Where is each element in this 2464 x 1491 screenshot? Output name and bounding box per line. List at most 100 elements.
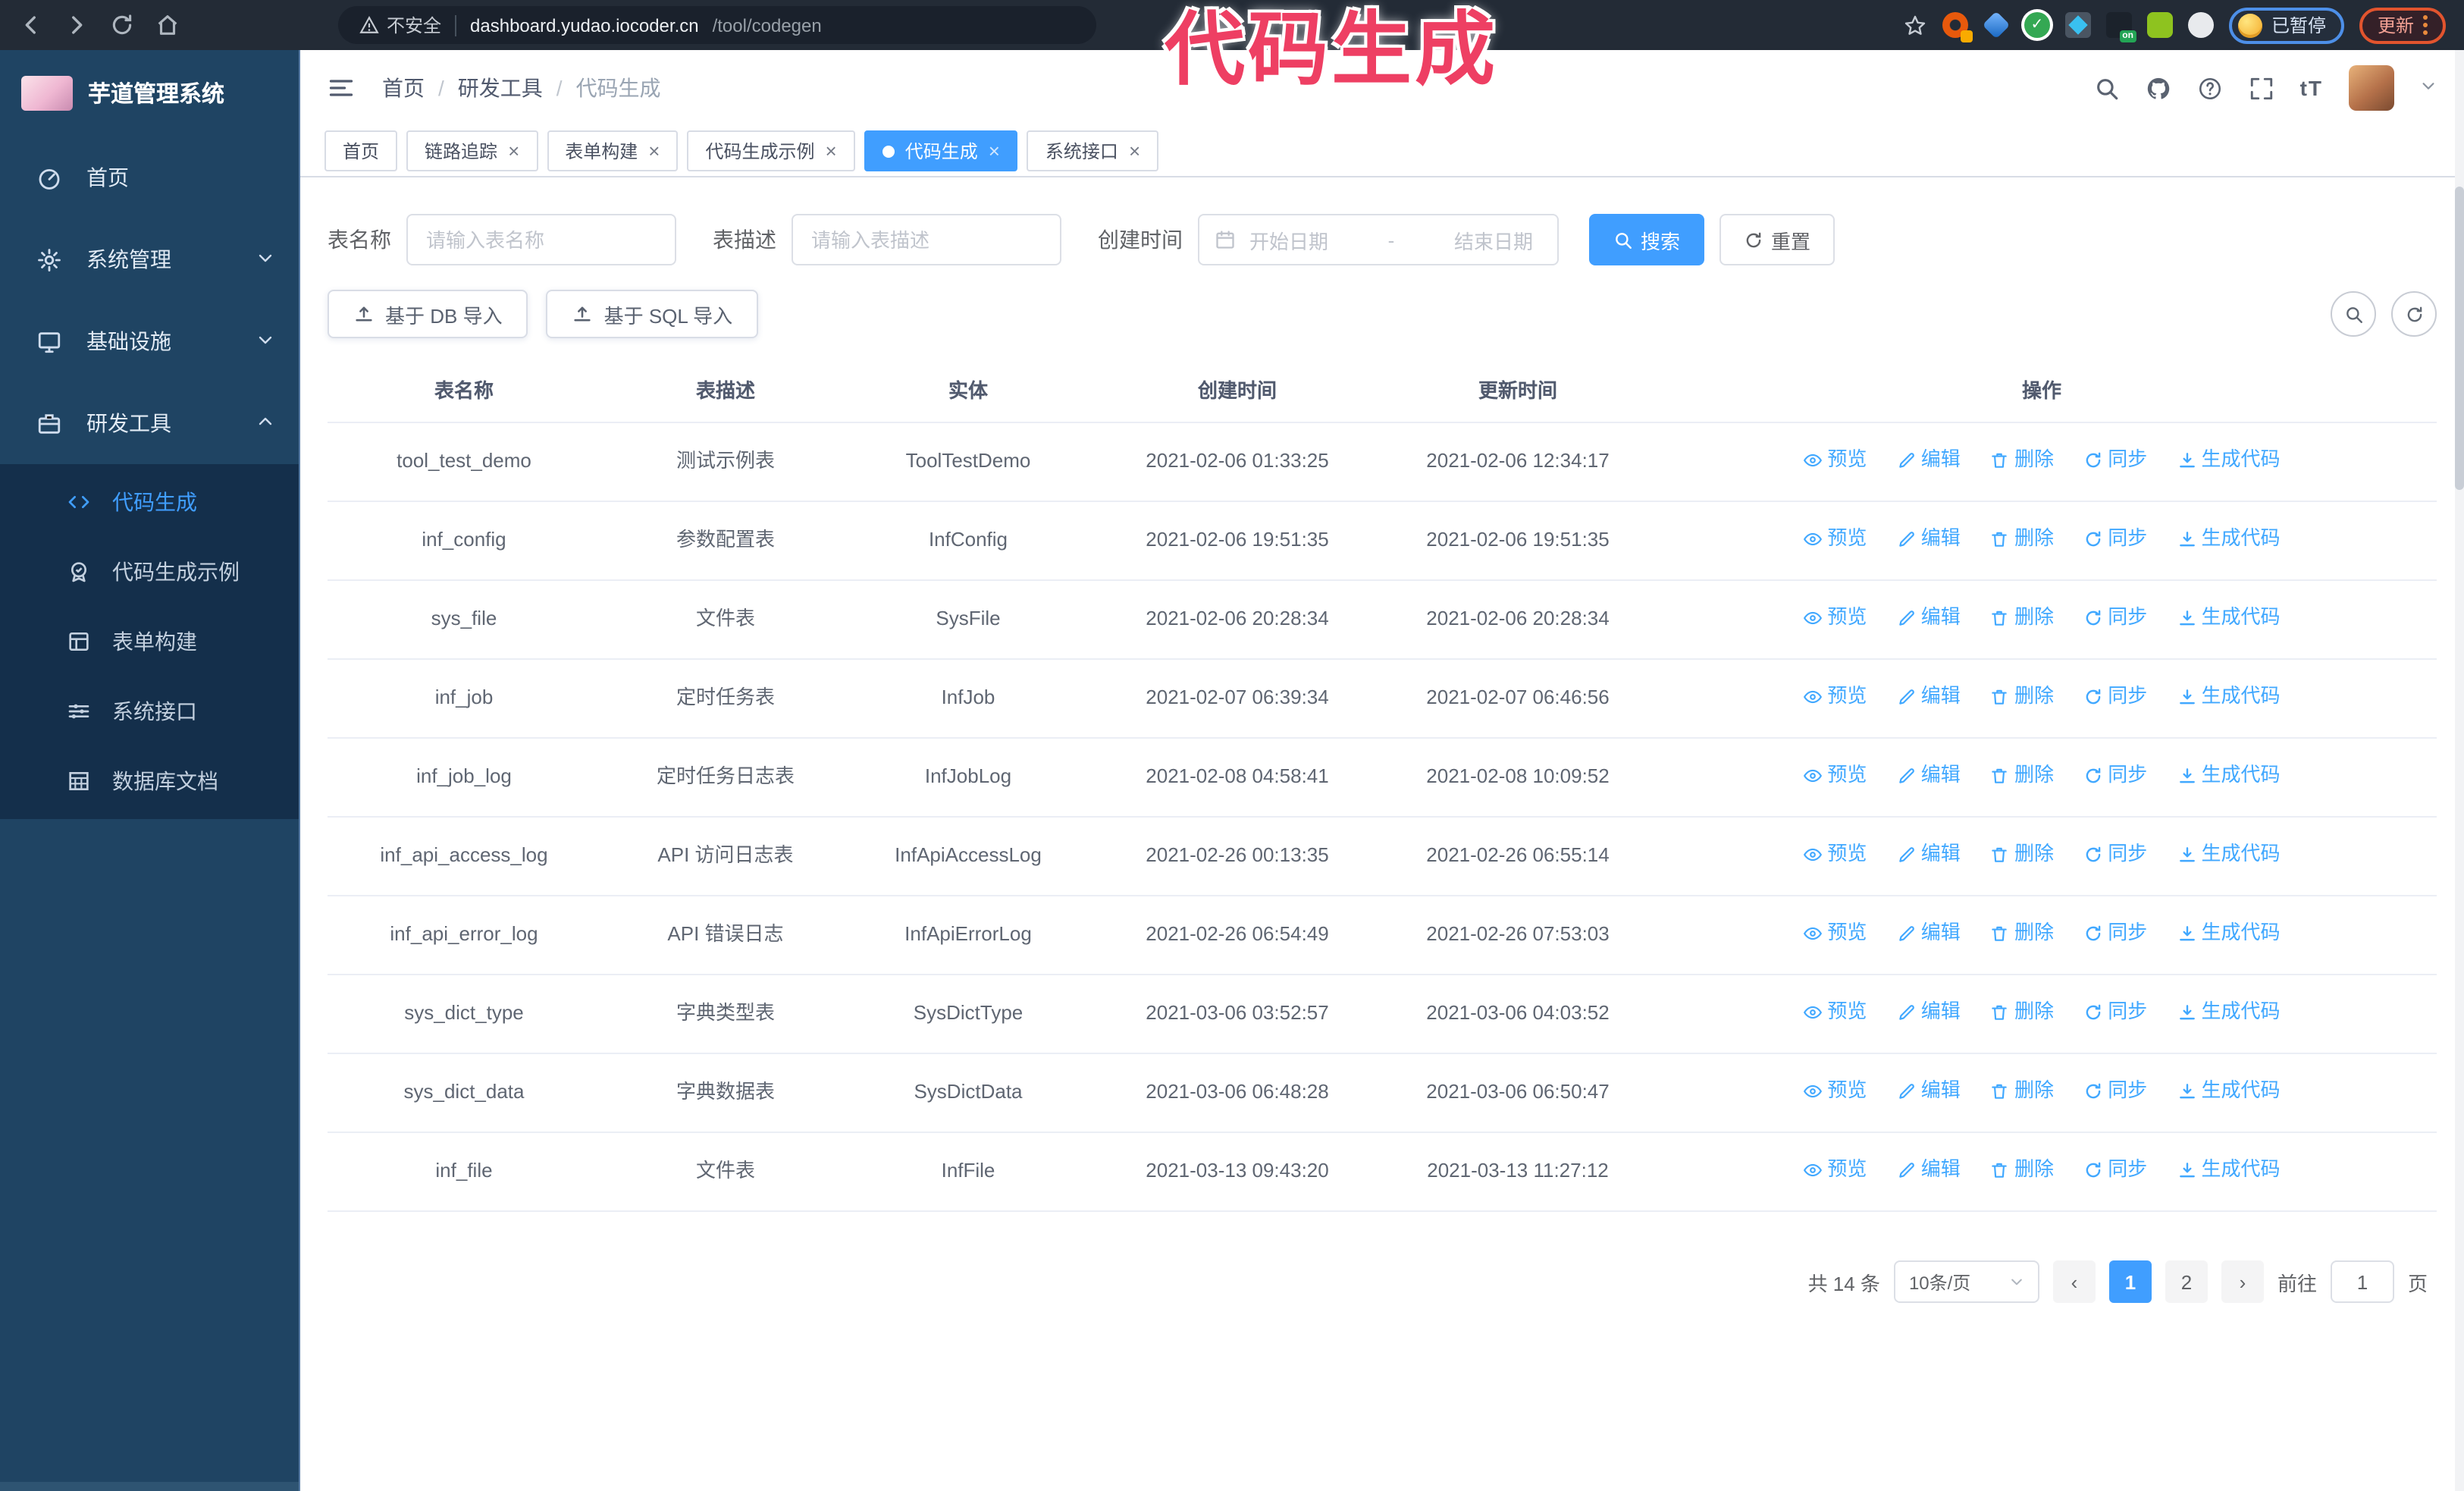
breadcrumb-item[interactable]: 研发工具 [458,73,543,103]
generate-code-link[interactable]: 生成代码 [2177,443,2281,476]
sidebar-item-db-doc[interactable]: 数据库文档 [0,746,299,816]
help-icon[interactable] [2197,75,2223,101]
page-scrollbar[interactable] [2455,50,2464,1491]
sync-link[interactable]: 同步 [2083,522,2147,555]
hamburger-icon[interactable] [328,74,355,102]
preview-link[interactable]: 预览 [1803,995,1867,1028]
delete-link[interactable]: 删除 [1990,1153,2054,1186]
sync-link[interactable]: 同步 [2083,1153,2147,1186]
generate-code-link[interactable]: 生成代码 [2177,1074,2281,1107]
edit-link[interactable]: 编辑 [1897,522,1961,555]
delete-link[interactable]: 删除 [1990,680,2054,713]
scrollbar-thumb[interactable] [2455,187,2464,490]
caret-down-icon[interactable] [2420,74,2437,102]
show-search-button[interactable] [2331,291,2376,337]
sidebar-item-codegen-example[interactable]: 代码生成示例 [0,537,299,607]
close-icon[interactable]: × [1129,141,1140,161]
preview-link[interactable]: 预览 [1803,1153,1867,1186]
delete-link[interactable]: 删除 [1990,601,2054,634]
refresh-table-button[interactable] [2391,291,2437,337]
delete-link[interactable]: 删除 [1990,443,2054,476]
sidebar-item-codegen[interactable]: 代码生成 [0,467,299,537]
preview-link[interactable]: 预览 [1803,522,1867,555]
sidebar-item-system-mgmt[interactable]: 系统管理 [0,218,299,300]
more-menu-icon[interactable] [2423,15,2428,35]
sync-link[interactable]: 同步 [2083,443,2147,476]
edit-link[interactable]: 编辑 [1897,837,1961,871]
browser-back-icon[interactable] [18,12,44,38]
preview-link[interactable]: 预览 [1803,758,1867,792]
close-icon[interactable]: × [989,141,1000,161]
extension-icon[interactable] [1942,12,1973,42]
preview-link[interactable]: 预览 [1803,443,1867,476]
page-button-1[interactable]: 1 [2108,1260,2152,1303]
extension-icon[interactable]: on [2105,12,2136,42]
extension-icon[interactable] [2146,12,2173,38]
generate-code-link[interactable]: 生成代码 [2177,916,2281,950]
browser-reload-icon[interactable] [109,12,135,38]
import-sql-button[interactable]: 基于 SQL 导入 [546,290,759,338]
import-db-button[interactable]: 基于 DB 导入 [328,290,528,338]
reset-button[interactable]: 重置 [1719,214,1835,265]
close-icon[interactable]: × [508,141,519,161]
edit-link[interactable]: 编辑 [1897,443,1961,476]
address-bar[interactable]: 不安全 dashboard.yudao.iocoder.cn/tool/code… [338,6,1096,44]
tab-trace[interactable]: 链路追踪 × [406,130,538,171]
browser-forward-icon[interactable] [64,12,89,38]
user-avatar[interactable] [2349,65,2394,111]
profile-paused-chip[interactable]: 已暂停 [2228,7,2344,43]
security-warning[interactable]: 不安全 [359,12,441,38]
sync-link[interactable]: 同步 [2083,758,2147,792]
edit-link[interactable]: 编辑 [1897,758,1961,792]
preview-link[interactable]: 预览 [1803,1074,1867,1107]
tab-codegen-example[interactable]: 代码生成示例 × [687,130,855,171]
extension-icon[interactable] [2064,12,2091,38]
text-size-icon[interactable]: tT [2300,76,2323,100]
extension-icon[interactable]: ✓ [2024,12,2050,38]
table-desc-input[interactable] [792,214,1061,265]
sidebar-collapse-bar[interactable] [0,1482,299,1491]
bookmark-star-icon[interactable] [1903,13,1927,37]
search-button[interactable]: 搜索 [1589,214,1705,265]
sync-link[interactable]: 同步 [2083,837,2147,871]
generate-code-link[interactable]: 生成代码 [2177,758,2281,792]
browser-home-icon[interactable] [155,12,180,38]
close-icon[interactable]: × [648,141,660,161]
delete-link[interactable]: 删除 [1990,522,2054,555]
generate-code-link[interactable]: 生成代码 [2177,601,2281,634]
generate-code-link[interactable]: 生成代码 [2177,522,2281,555]
next-page-button[interactable]: › [2221,1260,2264,1303]
edit-link[interactable]: 编辑 [1897,995,1961,1028]
date-range-picker[interactable]: 开始日期 - 结束日期 [1198,214,1559,265]
sidebar-item-system-api[interactable]: 系统接口 [0,676,299,746]
sidebar-item-infrastructure[interactable]: 基础设施 [0,300,299,382]
table-name-input[interactable] [406,214,676,265]
edit-link[interactable]: 编辑 [1897,680,1961,713]
extension-icon[interactable] [1982,11,2011,39]
extensions-puzzle-icon[interactable] [2187,12,2214,38]
delete-link[interactable]: 删除 [1990,1074,2054,1107]
goto-page-input[interactable] [2330,1260,2394,1303]
delete-link[interactable]: 删除 [1990,758,2054,792]
sidebar-item-form-builder[interactable]: 表单构建 [0,607,299,676]
delete-link[interactable]: 删除 [1990,995,2054,1028]
sync-link[interactable]: 同步 [2083,680,2147,713]
edit-link[interactable]: 编辑 [1897,601,1961,634]
close-icon[interactable]: × [826,141,837,161]
edit-link[interactable]: 编辑 [1897,1153,1961,1186]
page-button-2[interactable]: 2 [2165,1260,2208,1303]
prev-page-button[interactable]: ‹ [2052,1260,2096,1303]
sync-link[interactable]: 同步 [2083,995,2147,1028]
fullscreen-icon[interactable] [2249,75,2274,101]
sidebar-item-home[interactable]: 首页 [0,137,299,218]
page-size-select[interactable]: 10条/页 [1893,1260,2039,1303]
delete-link[interactable]: 删除 [1990,837,2054,871]
preview-link[interactable]: 预览 [1803,601,1867,634]
generate-code-link[interactable]: 生成代码 [2177,995,2281,1028]
tab-form-builder[interactable]: 表单构建 × [547,130,679,171]
edit-link[interactable]: 编辑 [1897,1074,1961,1107]
sync-link[interactable]: 同步 [2083,916,2147,950]
app-logo[interactable]: 芋道管理系统 [0,50,299,137]
browser-update-button[interactable]: 更新 [2359,7,2446,43]
search-icon[interactable] [2094,75,2120,101]
